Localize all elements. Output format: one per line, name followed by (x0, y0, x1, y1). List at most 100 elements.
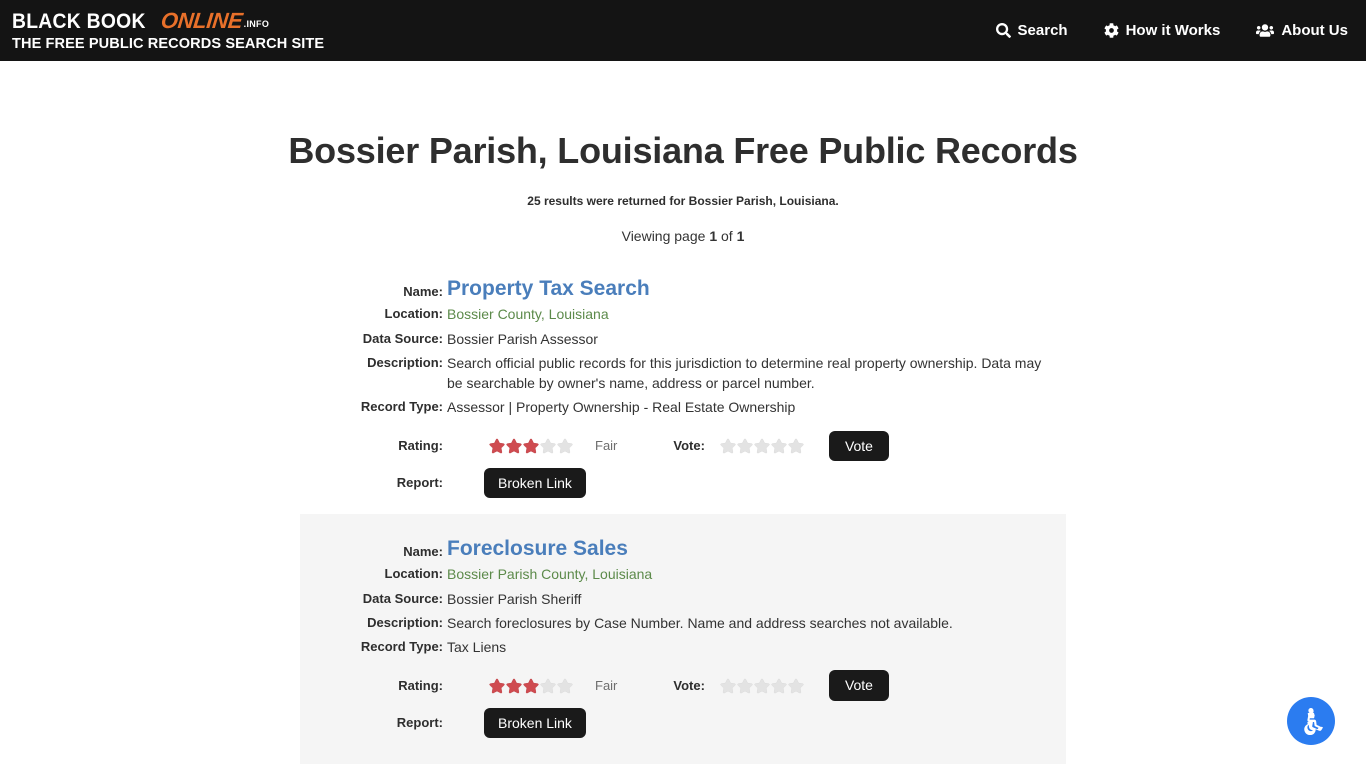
vote-stars[interactable] (720, 438, 804, 454)
record-description-label: Description: (367, 614, 443, 630)
paging-prefix: Viewing page (621, 228, 710, 244)
rating-group: Fair Vote: Vote (447, 430, 889, 461)
page-content: Bossier Parish, Louisiana Free Public Re… (0, 61, 1366, 764)
users-icon (1256, 23, 1275, 38)
record-report-row: Report: Broken Link (300, 707, 1066, 738)
nav-label-about-us: About Us (1281, 22, 1348, 39)
vote-label: Vote: (673, 438, 705, 454)
record-location-label: Location: (384, 306, 444, 322)
record-description-row: Description: Search official public recor… (300, 352, 1066, 394)
rating-star-4 (540, 678, 556, 694)
main-navigation: Search How it Works About Us (995, 22, 1348, 39)
rating-star-1 (489, 678, 505, 694)
record-location-row: Location: Bossier Parish County, Louisian… (300, 563, 1066, 584)
result-count-text: 25 results were returned for Bossier Par… (527, 194, 839, 208)
record-description-value: Search official public records for this … (447, 354, 1042, 392)
rating-group: Fair Vote: Vote (447, 670, 889, 701)
rating-stars (489, 678, 573, 694)
record-name-value: Foreclosure Sales (447, 536, 1066, 560)
record-report-row: Report: Broken Link (300, 467, 1066, 498)
logo-tagline: THE FREE PUBLIC RECORDS SEARCH SITE (12, 35, 325, 52)
vote-star-1[interactable] (720, 678, 736, 694)
record-name-link[interactable]: Foreclosure Sales (447, 537, 628, 560)
record-name-row: Name: Property Tax Search (300, 276, 1066, 300)
record-name-value: Property Tax Search (447, 276, 1066, 300)
rating-stars (489, 438, 573, 454)
vote-star-4[interactable] (771, 678, 787, 694)
rating-word: Fair (595, 678, 618, 693)
record-location-value[interactable]: Bossier County, Louisiana (447, 303, 1066, 324)
logo-blackbook-text: BLACK BOOK (12, 10, 146, 33)
vote-label: Vote: (673, 678, 705, 693)
record-data-source-row: Data Source: Bossier Parish Assessor (300, 328, 1066, 349)
broken-link-button[interactable]: Broken Link (484, 467, 586, 498)
broken-link-button[interactable]: Broken Link (484, 707, 586, 738)
paging-current: 1 (709, 228, 718, 244)
record-data-source-row: Data Source: Bossier Parish Sheriff (300, 588, 1066, 609)
vote-star-5[interactable] (788, 678, 804, 694)
rating-star-2 (506, 678, 522, 694)
logo-info-suffix: .INFO (243, 19, 270, 29)
nav-label-how-it-works: How it Works (1125, 22, 1221, 39)
record-location-row: Location: Bossier County, Louisiana (300, 303, 1066, 324)
vote-star-2[interactable] (737, 678, 753, 694)
record-description-row: Description: Search foreclosures by Case … (300, 612, 1066, 633)
logo-online-text: ONLINE (160, 8, 245, 33)
gear-icon (1104, 23, 1119, 38)
record-description-value: Search foreclosures by Case Number. Name… (447, 614, 953, 631)
record-data-source-label: Data Source: (362, 590, 443, 606)
vote-star-5[interactable] (788, 438, 804, 454)
record-rating-row: Rating: Fair Vote: Vote (300, 430, 1066, 461)
record-type-row: Record Type: Assessor | Property Ownershi… (300, 396, 1066, 417)
vote-star-3[interactable] (754, 678, 770, 694)
record-description-label: Description: (367, 354, 443, 370)
record-type-value: Assessor | Property Ownership - Real Est… (447, 399, 796, 416)
site-header: BLACK BOOK ONLINE .INFO THE FREE PUBLIC … (0, 0, 1366, 61)
record-data-source-value: Bossier Parish Sheriff (447, 590, 582, 607)
report-group: Broken Link (447, 707, 586, 738)
vote-button[interactable]: Vote (828, 430, 889, 461)
site-logo[interactable]: BLACK BOOK ONLINE .INFO THE FREE PUBLIC … (12, 8, 334, 52)
vote-star-1[interactable] (720, 438, 736, 454)
report-group: Broken Link (447, 467, 586, 498)
record-type-value: Tax Liens (447, 639, 507, 656)
rating-star-3 (523, 438, 539, 454)
rating-star-5 (557, 678, 573, 694)
nav-item-search[interactable]: Search (995, 22, 1068, 39)
records-list: Name: Property Tax Search Location: Bossier… (0, 262, 1366, 764)
vote-stars[interactable] (720, 678, 804, 694)
record-name-link[interactable]: Property Tax Search (447, 277, 650, 300)
rating-star-2 (506, 438, 522, 454)
rating-star-4 (540, 438, 556, 454)
accessibility-widget-button[interactable] (1287, 697, 1335, 745)
rating-star-3 (523, 678, 539, 694)
logo-top-line: BLACK BOOK ONLINE .INFO (12, 8, 334, 33)
vote-button[interactable]: Vote (828, 670, 889, 701)
rating-star-1 (489, 438, 505, 454)
wheelchair-icon (1298, 707, 1325, 735)
search-icon (995, 23, 1011, 38)
record-name-label: Name: (403, 284, 443, 299)
record-item: Name: Property Tax Search Location: Bossier… (300, 262, 1066, 514)
vote-star-2[interactable] (737, 438, 753, 454)
paging-total: 1 (736, 228, 745, 244)
record-report-label: Report: (396, 715, 443, 731)
record-name-label: Name: (403, 543, 443, 559)
record-location-label: Location: (384, 566, 444, 582)
rating-word: Fair (595, 438, 618, 454)
nav-item-how-it-works[interactable]: How it Works (1104, 22, 1221, 39)
record-item: Name: Foreclosure Sales Location: Bossier P… (300, 513, 1066, 764)
record-type-label: Record Type: (360, 639, 443, 655)
paging-middle: of (717, 228, 737, 244)
record-name-row: Name: Foreclosure Sales (300, 536, 1066, 560)
record-rating-row: Rating: Fair Vote: Vote (300, 670, 1066, 701)
vote-star-3[interactable] (754, 438, 770, 454)
paging-status: Viewing page 1 of 1 (0, 228, 1366, 244)
record-rating-label: Rating: (398, 678, 443, 693)
record-rating-label: Rating: (398, 438, 443, 454)
nav-label-search: Search (1017, 22, 1068, 39)
record-data-source-value: Bossier Parish Assessor (447, 330, 598, 347)
record-location-value[interactable]: Bossier Parish County, Louisiana (447, 563, 1066, 584)
nav-item-about-us[interactable]: About Us (1256, 22, 1348, 39)
vote-star-4[interactable] (771, 438, 787, 454)
